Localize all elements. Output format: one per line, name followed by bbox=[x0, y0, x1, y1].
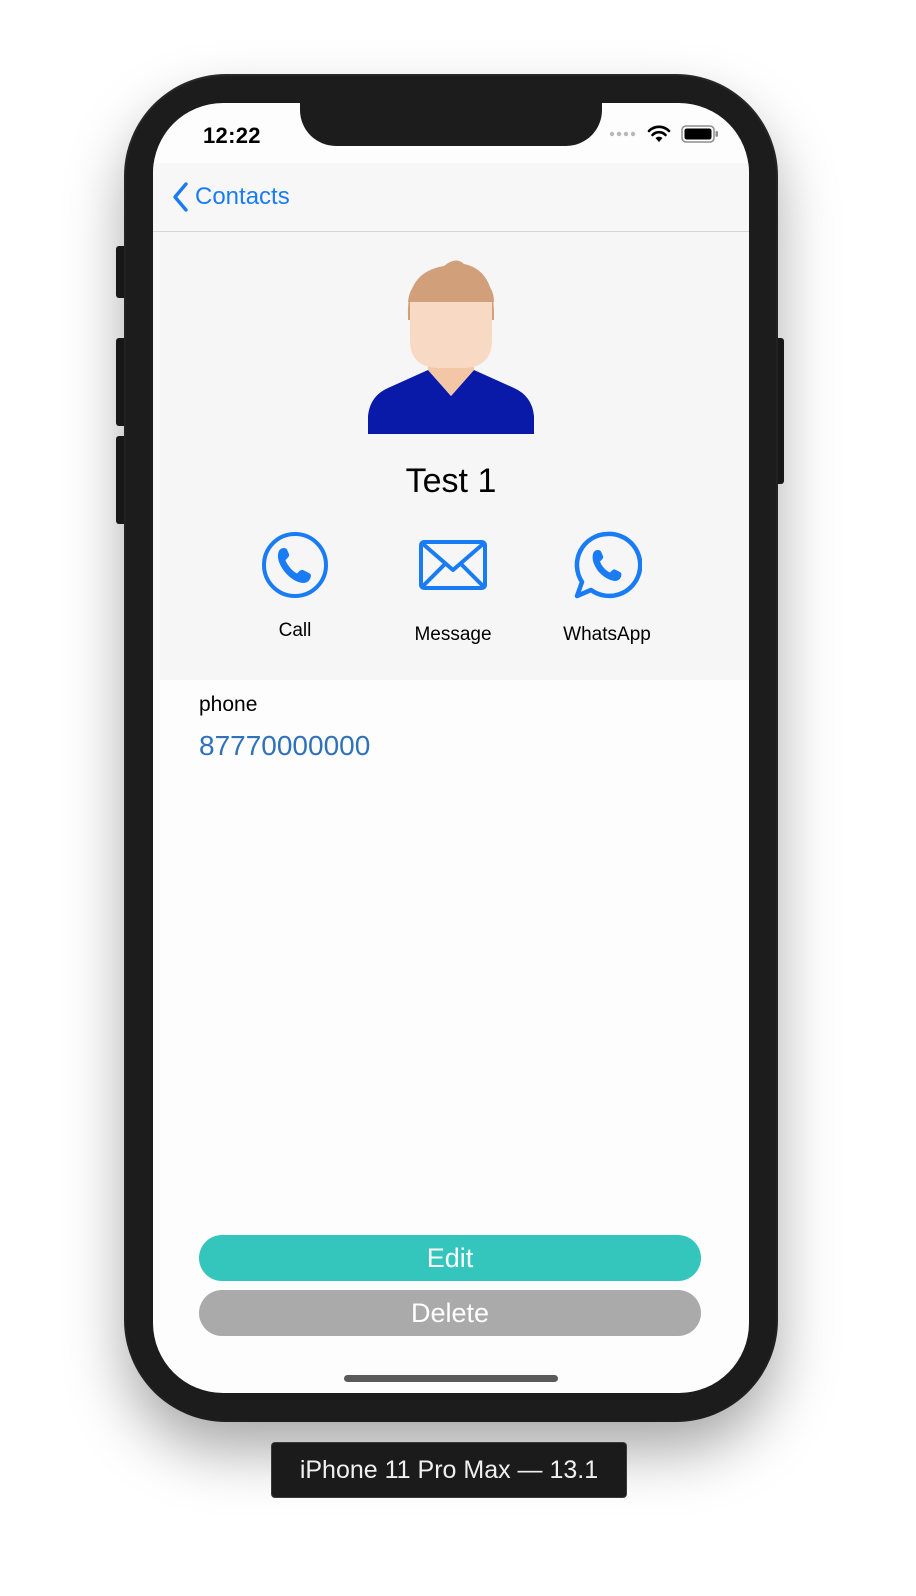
delete-button[interactable]: Delete bbox=[199, 1290, 701, 1336]
phone-number-link[interactable]: 87770000000 bbox=[199, 730, 370, 762]
contact-header: Test 1 Call Message WhatsApp bbox=[153, 232, 749, 680]
edit-button[interactable]: Edit bbox=[199, 1235, 701, 1281]
battery-icon bbox=[681, 125, 718, 143]
phone-screen: 12:22 Contacts Test 1 Call Message Whats… bbox=[153, 103, 749, 1393]
back-button[interactable]: Contacts bbox=[171, 181, 290, 213]
envelope-icon bbox=[419, 540, 487, 590]
wifi-icon bbox=[647, 125, 671, 142]
signal-dots-icon bbox=[609, 131, 636, 137]
message-action[interactable]: Message bbox=[383, 530, 523, 646]
simulator-device-label: iPhone 11 Pro Max — 13.1 bbox=[271, 1442, 627, 1498]
whatsapp-action[interactable]: WhatsApp bbox=[537, 530, 677, 646]
navigation-bar: Contacts bbox=[153, 163, 749, 232]
message-label: Message bbox=[414, 624, 492, 645]
contact-name: Test 1 bbox=[405, 462, 497, 500]
chevron-left-icon bbox=[173, 182, 188, 212]
home-indicator[interactable] bbox=[344, 1375, 558, 1382]
call-label: Call bbox=[278, 620, 312, 641]
whatsapp-icon bbox=[574, 531, 642, 599]
device-notch bbox=[300, 103, 602, 146]
call-action[interactable]: Call bbox=[225, 530, 365, 642]
phone-field-label: phone bbox=[199, 693, 258, 716]
phone-icon bbox=[262, 532, 328, 598]
person-avatar-icon bbox=[368, 260, 534, 434]
back-button-label: Contacts bbox=[195, 183, 290, 210]
status-time: 12:22 bbox=[203, 123, 261, 148]
status-icons bbox=[609, 125, 719, 143]
simulator-stage: 12:22 Contacts Test 1 Call Message Whats… bbox=[0, 0, 916, 1596]
whatsapp-label: WhatsApp bbox=[563, 624, 651, 645]
